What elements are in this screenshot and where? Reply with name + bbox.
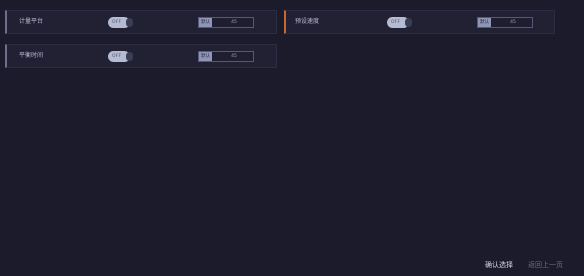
setting-toggle[interactable]: OFF: [108, 17, 133, 28]
toggle-state-text: OFF: [112, 20, 122, 25]
field-value: 45: [510, 20, 516, 25]
field-default-tag: 默认: [199, 52, 212, 61]
confirm-selection-button[interactable]: 确认选择: [485, 260, 513, 270]
settings-panel: 计量平台 OFF 默认 45 预设速度 OFF 默认 45 平衡时间 OFF 默…: [0, 0, 584, 276]
field-value: 45: [231, 54, 237, 59]
toggle-state-text: OFF: [112, 54, 122, 59]
back-button[interactable]: 返回上一页: [528, 260, 563, 270]
toggle-state-text: OFF: [391, 20, 401, 25]
field-default-tag: 默认: [478, 18, 491, 27]
setting-value-field[interactable]: 默认 45: [477, 17, 533, 28]
toggle-knob: [126, 18, 133, 27]
setting-card-platform: 计量平台 OFF 默认 45: [5, 10, 277, 34]
setting-value-field[interactable]: 默认 45: [198, 51, 254, 62]
setting-card-speed: 预设速度 OFF 默认 45: [284, 10, 555, 34]
field-value: 45: [231, 20, 237, 25]
setting-card-balance: 平衡时间 OFF 默认 45: [5, 44, 277, 68]
setting-value-field[interactable]: 默认 45: [198, 17, 254, 28]
setting-label: 平衡时间: [19, 52, 44, 59]
setting-toggle[interactable]: OFF: [108, 51, 133, 62]
toggle-knob: [405, 18, 412, 27]
setting-label: 预设速度: [295, 18, 320, 25]
field-default-tag: 默认: [199, 18, 212, 27]
setting-label: 计量平台: [19, 18, 44, 25]
setting-toggle[interactable]: OFF: [387, 17, 412, 28]
toggle-knob: [126, 52, 133, 61]
